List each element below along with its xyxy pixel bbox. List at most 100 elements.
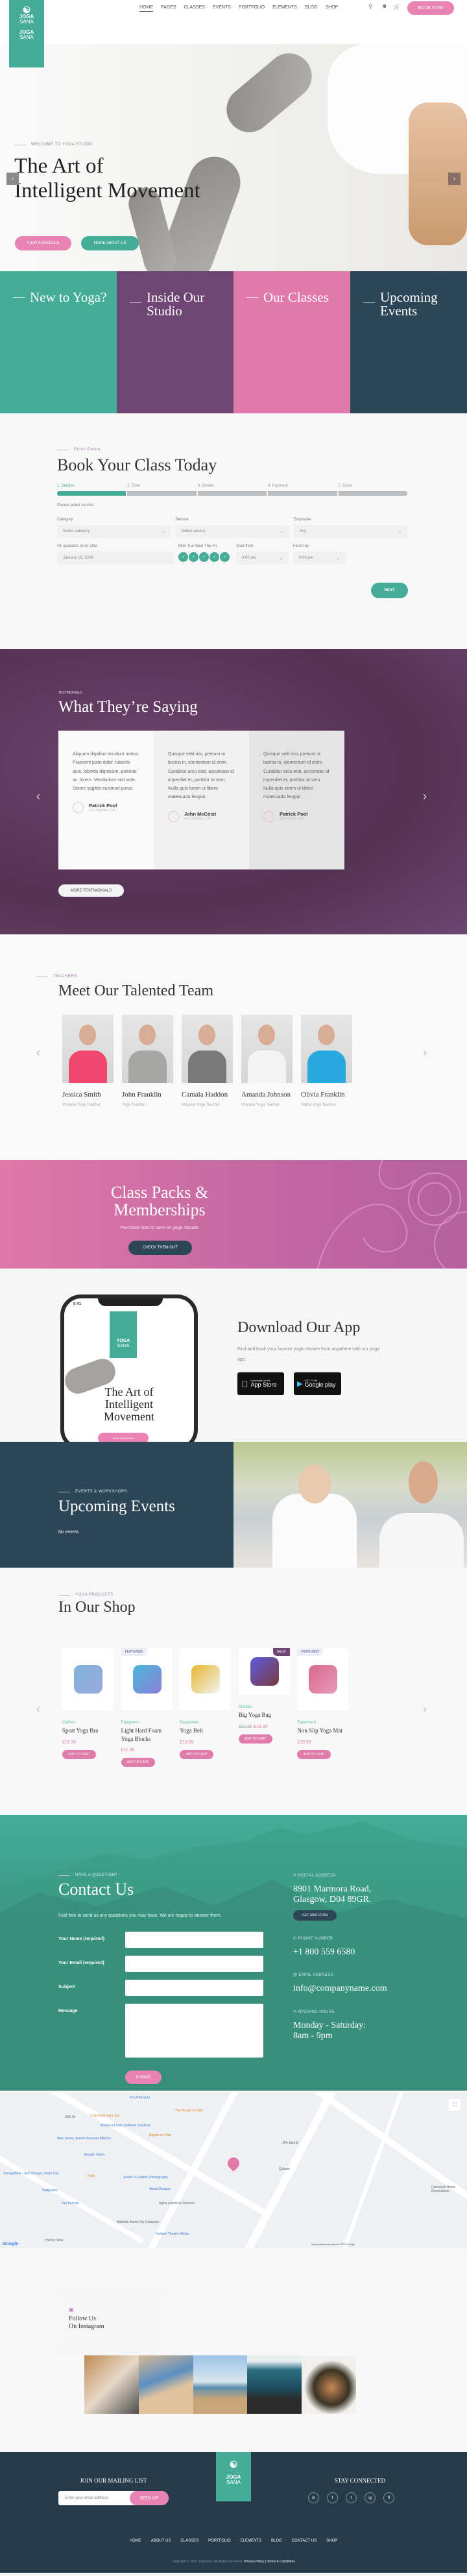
slider-next-arrow[interactable]: › — [448, 173, 461, 185]
map-label[interactable]: Tutti Frutti Juice Bar — [91, 2114, 120, 2118]
facebook-icon[interactable]: f — [327, 2492, 338, 2503]
user-icon[interactable]: ☻ — [381, 3, 387, 9]
day-checkbox[interactable]: ✓ — [199, 552, 209, 562]
more-testimonials-button[interactable]: MORE TESTIMONIALS — [58, 884, 124, 897]
cart-icon[interactable]: 🛒 — [394, 4, 400, 10]
add-to-cart-button[interactable]: ADD TO CART — [180, 1749, 214, 1759]
product-category[interactable]: Equipment — [180, 1721, 231, 1725]
nav-shop[interactable]: SHOP — [325, 5, 338, 12]
instagram-photo[interactable] — [247, 2355, 302, 2414]
terms-link[interactable]: Terms & Conditions — [267, 2560, 295, 2564]
day-checkbox[interactable]: ✓ — [178, 552, 188, 562]
check-them-out-button[interactable]: CHECK THEM OUT — [128, 1241, 192, 1255]
shop-prev-arrow[interactable]: ‹ — [36, 1703, 40, 1716]
footer-nav-classes[interactable]: CLASSES — [180, 2539, 198, 2543]
add-to-cart-button[interactable]: ADD TO CART — [297, 1749, 331, 1759]
instagram-photo[interactable] — [193, 2355, 247, 2414]
name-input[interactable] — [125, 1932, 263, 1948]
map-embed[interactable]: Pro Med Quip The Burger Temple Tutti Frutt… — [0, 2093, 467, 2248]
twitter-icon[interactable]: t — [346, 2492, 357, 2503]
footer-nav-contact[interactable]: CONTACT US — [292, 2539, 317, 2543]
product-name[interactable]: Big Yoga Bag — [239, 1711, 290, 1719]
feature-box-inside-studio[interactable]: Inside Our Studio — [117, 271, 234, 413]
day-checkbox[interactable]: ✓ — [189, 552, 198, 562]
map-label[interactable]: About Designs — [149, 2187, 171, 2191]
map-label[interactable]: Hudson Theatre Works — [156, 2232, 189, 2236]
product-name[interactable]: Light Hard Foam Yoga Blocks — [121, 1727, 173, 1743]
get-direction-button[interactable]: GET DIRECTION — [293, 1910, 337, 1921]
view-schedule-button[interactable]: VIEW SCHEDULE — [15, 236, 71, 250]
subject-input[interactable] — [125, 1980, 263, 1996]
product-category[interactable]: Clothes — [239, 1705, 290, 1709]
instagram-photo[interactable] — [302, 2355, 356, 2414]
product-image[interactable]: FEATURED! — [121, 1648, 173, 1710]
product-image[interactable]: FEATURED! — [297, 1648, 349, 1710]
add-to-cart-button[interactable]: ADD TO CART — [121, 1758, 155, 1768]
instagram-photo[interactable] — [84, 2355, 139, 2414]
feature-box-new-to-yoga[interactable]: New to Yoga? — [0, 271, 117, 413]
feature-box-upcoming-events[interactable]: Upcoming Events — [350, 271, 467, 413]
team-member-card[interactable]: Amanda Johnson Vinyasa Yoga Teacher — [241, 1015, 293, 1107]
map-label[interactable]: Comstock Home Renovations — [431, 2185, 467, 2193]
more-about-us-button[interactable]: MORE ABOUT US — [81, 236, 139, 250]
product-category[interactable]: Equipment — [121, 1721, 173, 1725]
flickr-icon[interactable]: fl — [383, 2492, 394, 2503]
map-label[interactable]: Sweet 16 Sixteen Photography — [123, 2176, 168, 2180]
finish-select[interactable]: 6:00 pm ⌄ — [293, 552, 346, 565]
team-member-card[interactable]: John Franklin Yoga Teacher — [122, 1015, 173, 1107]
product-name[interactable]: Sport Yoga Bra — [62, 1727, 114, 1735]
product-image[interactable] — [180, 1648, 232, 1710]
nav-home[interactable]: HOME — [139, 5, 153, 12]
service-select[interactable]: Select service ⌄ — [175, 525, 289, 538]
product-category[interactable]: Clothes — [62, 1721, 114, 1725]
next-button[interactable]: NEXT — [371, 583, 408, 598]
map-label[interactable]: Jun Bum An — [62, 2202, 79, 2205]
start-select[interactable]: 8:00 am ⌄ — [236, 552, 289, 565]
map-label[interactable]: Alpha Electrical Services — [159, 2202, 195, 2205]
nav-blog[interactable]: BLOG — [305, 5, 317, 12]
team-prev-arrow[interactable]: ‹ — [36, 1046, 40, 1060]
product-image[interactable]: SALE! — [238, 1648, 290, 1695]
nav-events[interactable]: EVENTS — [213, 5, 231, 12]
map-label[interactable]: Advanced Data Software Solutions — [101, 2124, 150, 2128]
privacy-link[interactable]: Privacy Policy — [244, 2560, 264, 2564]
add-to-cart-button[interactable]: ADD TO CART — [238, 1734, 272, 1744]
search-icon[interactable]: ⚲ — [368, 3, 373, 10]
product-category[interactable]: Equipment — [297, 1721, 348, 1725]
map-label[interactable]: The Burger Temple — [175, 2109, 202, 2113]
map-label[interactable]: Aquatic Gems — [84, 2153, 104, 2157]
product-name[interactable]: Non Slip Yoga Mat — [297, 1727, 348, 1735]
instagram-icon[interactable]: ig — [365, 2492, 376, 2503]
sign-up-button[interactable]: SIGN UP — [130, 2491, 169, 2505]
footer-nav-elements[interactable]: ELEMENTS — [241, 2539, 261, 2543]
map-label[interactable]: Harbor View — [45, 2239, 63, 2242]
app-store-button[interactable]: Download on theApp Store — [237, 1372, 284, 1395]
testimonials-next-arrow[interactable]: › — [423, 790, 427, 803]
shop-next-arrow[interactable]: › — [423, 1703, 427, 1716]
email-input[interactable] — [125, 1956, 263, 1972]
email-value[interactable]: info@companyname.com — [293, 1984, 410, 1994]
product-name[interactable]: Yoga Belt — [180, 1727, 231, 1735]
team-member-card[interactable]: Jessica Smith Vinyasa Yoga Teacher — [62, 1015, 114, 1107]
employee-select[interactable]: Any ⌄ — [293, 525, 407, 538]
footer-nav-blog[interactable]: BLOG — [271, 2539, 282, 2543]
map-label[interactable]: JFK Blvd E — [282, 2141, 298, 2145]
book-now-button[interactable]: BOOK NOW — [407, 1, 454, 15]
fullscreen-icon[interactable]: ⛶ — [449, 2099, 461, 2111]
date-input[interactable]: January 19, 2024 — [57, 552, 174, 565]
map-label[interactable]: New Jersey Jewish Business Alliance — [57, 2137, 111, 2141]
map-label[interactable]: Qukwin — [279, 2167, 290, 2171]
instagram-icon[interactable]: ▣ — [69, 2307, 74, 2313]
nav-pages[interactable]: PAGES — [161, 5, 176, 12]
footer-nav-about[interactable]: ABOUT US — [151, 2539, 171, 2543]
google-play-button[interactable]: ▶ GET IT ON Google play — [294, 1372, 341, 1395]
map-label[interactable]: 35th St — [65, 2115, 75, 2119]
instagram-photo[interactable] — [139, 2355, 193, 2414]
nav-portfolio[interactable]: PORTFOLIO — [239, 5, 265, 12]
category-select[interactable]: Select category ⌄ — [57, 525, 171, 538]
footer-nav-home[interactable]: HOME — [130, 2539, 141, 2543]
day-checkbox[interactable]: ✓ — [220, 552, 230, 562]
logo[interactable]: ☯ JOGA SANA JOGA SANA — [9, 0, 44, 67]
mailing-email-input[interactable]: Enter your email address — [58, 2496, 130, 2500]
feature-box-our-classes[interactable]: Our Classes — [234, 271, 350, 413]
